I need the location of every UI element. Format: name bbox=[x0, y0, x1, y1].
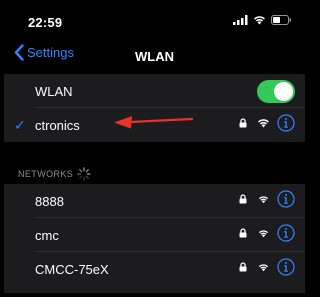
screen: 22:59 Settings WLAN WLAN ✓ ctronics NETW… bbox=[4, 4, 305, 293]
annotation-arrow bbox=[114, 116, 194, 129]
